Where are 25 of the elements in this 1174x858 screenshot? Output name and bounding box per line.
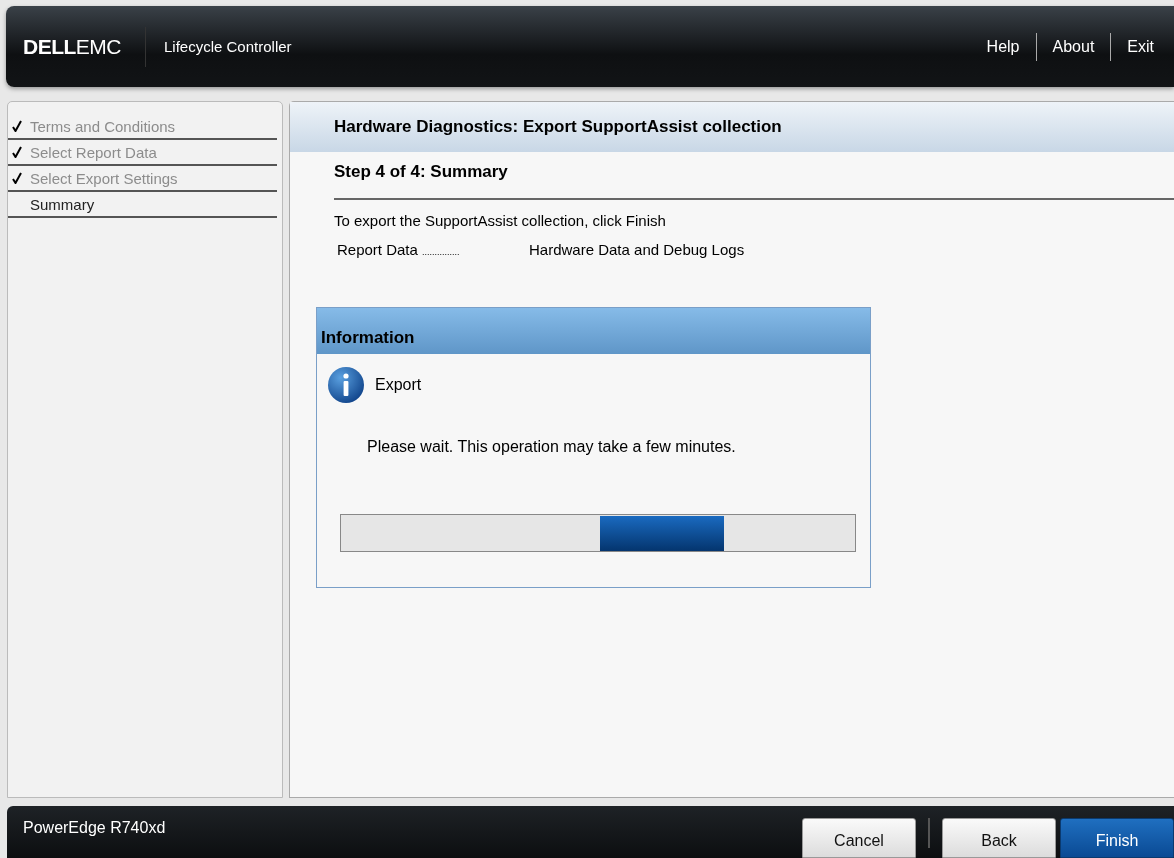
dialog-title: Information — [317, 308, 870, 355]
wizard-step: Terms and Conditions — [8, 114, 277, 141]
logo: DELLEMC — [23, 34, 121, 59]
info-icon — [327, 366, 365, 405]
footer-button[interactable]: Finish — [1060, 818, 1174, 858]
header-link[interactable]: Exit — [1111, 37, 1154, 56]
page-title: Hardware Diagnostics: Export SupportAssist collection — [290, 102, 1174, 153]
wizard-step: Select Report Data — [8, 140, 277, 167]
dialog-heading: Export — [375, 376, 422, 395]
server-model: PowerEdge R740xd — [22, 818, 166, 837]
field-label: Report Data ............... — [337, 241, 461, 259]
wizard-step: Summary — [8, 192, 277, 219]
wizard-step: Select Export Settings — [8, 166, 277, 193]
footer-button[interactable]: Back — [942, 818, 1056, 858]
instruction-text: To export the SupportAssist collection, click Finish — [333, 211, 667, 230]
check-icon — [12, 120, 24, 133]
dialog-message: Please wait. This operation may take a few minutes. — [366, 437, 737, 457]
footer-button[interactable]: Cancel — [802, 818, 916, 858]
product-title: Lifecycle Controller — [164, 38, 292, 56]
check-icon — [12, 146, 24, 159]
header-link[interactable]: About — [1036, 37, 1111, 56]
field-value: Hardware Data and Debug Logs — [529, 241, 745, 259]
step-title: Step 4 of 4: Summary — [334, 152, 1174, 201]
check-icon — [12, 172, 24, 185]
header-link[interactable]: Help — [970, 37, 1036, 56]
